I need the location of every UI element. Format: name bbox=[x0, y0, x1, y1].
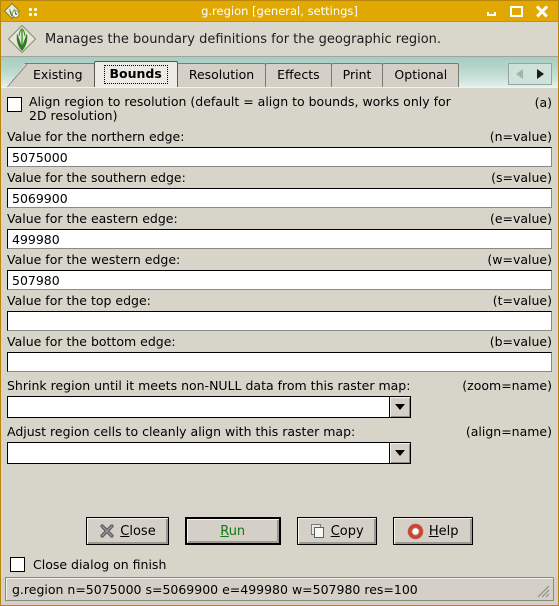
zoom-raster-map-input[interactable] bbox=[7, 396, 389, 418]
western-edge-input[interactable]: 507980 bbox=[7, 270, 552, 290]
tab-resolution-label: Resolution bbox=[188, 67, 255, 83]
chevron-down-icon bbox=[395, 450, 405, 456]
field-align-raster-map: Adjust region cells to cleanly align wit… bbox=[7, 424, 552, 464]
northern-edge-input[interactable]: 5075000 bbox=[7, 147, 552, 167]
align-raster-map-combo[interactable] bbox=[7, 442, 552, 464]
lifebuoy-help-icon bbox=[407, 523, 424, 539]
tab-strip: Existing Bounds Resolution Effects Print… bbox=[1, 57, 558, 87]
northern-edge-hint: (n=value) bbox=[489, 129, 552, 144]
align-raster-map-label: Adjust region cells to cleanly align wit… bbox=[7, 424, 356, 439]
tab-print-label: Print bbox=[342, 67, 372, 83]
tab-resolution[interactable]: Resolution bbox=[176, 63, 267, 87]
western-edge-label: Value for the western edge: bbox=[7, 252, 181, 267]
bottom-edge-hint: (b=value) bbox=[489, 334, 552, 349]
align-region-label: Align region to resolution (default = al… bbox=[29, 94, 451, 123]
align-raster-map-hint: (align=name) bbox=[465, 424, 552, 439]
close-on-finish-label: Close dialog on finish bbox=[33, 556, 167, 572]
close-x-icon bbox=[100, 524, 114, 538]
field-top-edge: Value for the top edge: (t=value) bbox=[7, 293, 552, 331]
grid-menu-icon[interactable] bbox=[26, 4, 40, 18]
tab-bounds[interactable]: Bounds bbox=[93, 61, 178, 87]
tab-optional[interactable]: Optional bbox=[382, 63, 460, 87]
run-button-label: Run bbox=[220, 523, 246, 539]
triangle-right-icon[interactable] bbox=[537, 69, 544, 79]
align-raster-map-dropdown-button[interactable] bbox=[389, 442, 411, 464]
chevron-down-icon bbox=[395, 404, 405, 410]
align-raster-map-input[interactable] bbox=[7, 442, 389, 464]
help-button[interactable]: Help bbox=[392, 517, 473, 545]
close-on-finish-checkbox[interactable] bbox=[10, 556, 25, 572]
grass-logo-icon bbox=[7, 24, 37, 54]
status-bar: g.region n=5075000 s=5069900 e=499980 w=… bbox=[5, 577, 554, 601]
bounds-panel: Align region to resolution (default = al… bbox=[1, 87, 558, 509]
window-controls bbox=[484, 4, 558, 19]
tab-effects-label: Effects bbox=[277, 67, 320, 83]
close-button[interactable]: Close bbox=[86, 517, 169, 545]
western-edge-hint: (w=value) bbox=[487, 252, 552, 267]
window-title: g.region [general, settings] bbox=[201, 4, 358, 18]
field-bottom-edge: Value for the bottom edge: (b=value) bbox=[7, 334, 552, 372]
grass-app-icon bbox=[4, 3, 20, 19]
top-edge-input[interactable] bbox=[7, 311, 552, 331]
close-icon[interactable] bbox=[534, 4, 549, 19]
southern-edge-input[interactable]: 5069900 bbox=[7, 188, 552, 208]
field-northern-edge: Value for the northern edge: (n=value) 5… bbox=[7, 129, 552, 167]
zoom-raster-map-dropdown-button[interactable] bbox=[389, 396, 411, 418]
southern-edge-hint: (s=value) bbox=[491, 170, 552, 185]
tab-existing-label: Existing bbox=[33, 67, 83, 83]
tab-scroll-buttons bbox=[508, 63, 552, 85]
triangle-left-icon[interactable] bbox=[516, 69, 523, 79]
bottom-edge-label: Value for the bottom edge: bbox=[7, 334, 176, 349]
run-button[interactable]: Run bbox=[184, 517, 281, 545]
eastern-edge-label: Value for the eastern edge: bbox=[7, 211, 178, 226]
maximize-icon[interactable] bbox=[509, 4, 524, 19]
eastern-edge-hint: (e=value) bbox=[489, 211, 552, 226]
zoom-raster-map-combo[interactable] bbox=[7, 396, 552, 418]
tab-list: Existing Bounds Resolution Effects Print… bbox=[7, 61, 460, 87]
eastern-edge-input[interactable]: 499980 bbox=[7, 229, 552, 249]
copy-icon bbox=[310, 524, 324, 538]
tab-effects[interactable]: Effects bbox=[265, 63, 332, 87]
tab-optional-label: Optional bbox=[394, 67, 448, 83]
dialog-button-bar: Close Run Copy Help bbox=[1, 509, 558, 551]
field-southern-edge: Value for the southern edge: (s=value) 5… bbox=[7, 170, 552, 208]
minimize-icon[interactable] bbox=[484, 4, 499, 19]
close-button-label: Close bbox=[120, 523, 156, 539]
g-region-dialog-window: g.region [general, settings] Manages the… bbox=[0, 0, 559, 606]
dialog-header: Manages the boundary definitions for the… bbox=[1, 22, 558, 57]
resize-grip-icon[interactable] bbox=[535, 583, 551, 599]
title-bar: g.region [general, settings] bbox=[1, 1, 558, 22]
zoom-raster-map-label: Shrink region until it meets non-NULL da… bbox=[7, 378, 411, 393]
close-on-finish-row: Close dialog on finish bbox=[1, 551, 558, 577]
align-region-row: Align region to resolution (default = al… bbox=[7, 95, 552, 123]
field-zoom-raster-map: Shrink region until it meets non-NULL da… bbox=[7, 378, 552, 418]
zoom-raster-map-hint: (zoom=name) bbox=[462, 378, 552, 393]
help-button-label: Help bbox=[428, 523, 459, 539]
top-edge-label: Value for the top edge: bbox=[7, 293, 151, 308]
field-western-edge: Value for the western edge: (w=value) 50… bbox=[7, 252, 552, 290]
status-bar-text: g.region n=5075000 s=5069900 e=499980 w=… bbox=[12, 581, 418, 597]
field-eastern-edge: Value for the eastern edge: (e=value) 49… bbox=[7, 211, 552, 249]
top-edge-hint: (t=value) bbox=[492, 293, 552, 308]
tab-print[interactable]: Print bbox=[330, 63, 384, 87]
copy-button-label: Copy bbox=[330, 523, 364, 539]
southern-edge-label: Value for the southern edge: bbox=[7, 170, 186, 185]
tab-bounds-label: Bounds bbox=[103, 64, 168, 85]
bottom-edge-input[interactable] bbox=[7, 352, 552, 372]
dialog-description: Manages the boundary definitions for the… bbox=[45, 31, 442, 47]
align-region-hint: (a) bbox=[534, 95, 552, 110]
copy-button[interactable]: Copy bbox=[296, 517, 377, 545]
align-region-checkbox[interactable] bbox=[7, 97, 22, 112]
northern-edge-label: Value for the northern edge: bbox=[7, 129, 185, 144]
tab-existing[interactable]: Existing bbox=[7, 63, 95, 87]
